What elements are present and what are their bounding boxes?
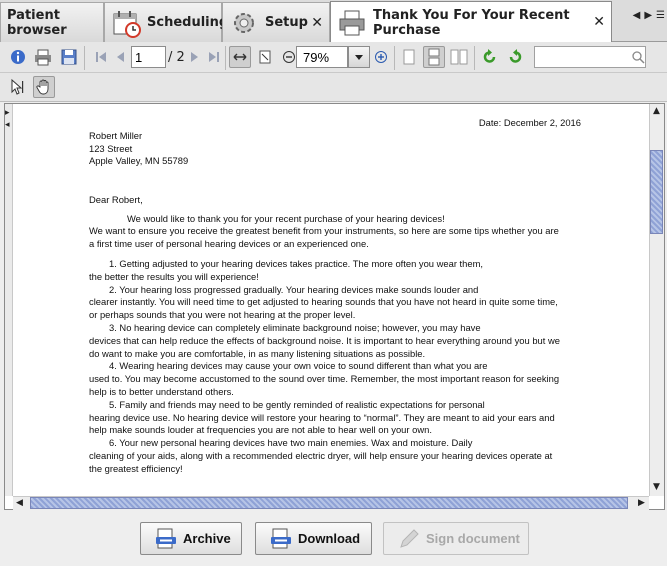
close-icon[interactable]: ✕	[311, 15, 323, 31]
tab-navigation: ◀ ▶ ☰	[633, 10, 665, 21]
fit-width-icon[interactable]	[229, 46, 251, 68]
tab-patient-browser[interactable]: Patient browser	[0, 2, 104, 42]
zoom-in-icon[interactable]	[370, 46, 392, 68]
address-line: 123 Street	[89, 142, 133, 154]
info-icon[interactable]	[7, 46, 29, 68]
address-line: Robert Miller	[89, 129, 143, 141]
calendar-clock-icon	[111, 8, 141, 38]
arrow-left-icon[interactable]: ◀	[633, 10, 641, 21]
tab-setup[interactable]: Setup ✕	[222, 2, 330, 42]
horizontal-scroll-thumb[interactable]	[30, 497, 628, 509]
rotate-right-icon[interactable]	[504, 46, 526, 68]
arrow-right-icon[interactable]: ▶	[644, 10, 652, 21]
tip-item: the greatest efficiency!	[89, 462, 183, 474]
tip-item: used to. You may become accustomed to th…	[89, 373, 560, 385]
tab-label: Patient browser	[7, 7, 67, 38]
printer-icon	[337, 8, 367, 38]
facing-pages-icon[interactable]	[448, 46, 470, 68]
archive-label: Archive	[183, 531, 231, 546]
letter-paragraph: We want to ensure you receive the greate…	[89, 225, 559, 237]
letter-date: Date: December 2, 2016	[478, 117, 581, 128]
last-page-icon[interactable]	[203, 46, 225, 68]
document-page: Date: December 2, 2016 Robert Miller 123…	[89, 117, 581, 476]
download-label: Download	[298, 531, 361, 546]
toolbar-divider	[474, 46, 475, 70]
tip-item: 5. Family and friends may need to be gen…	[109, 398, 485, 410]
tab-list-icon[interactable]: ☰	[656, 10, 665, 21]
letter-paragraph: We would like to thank you for your rece…	[127, 212, 445, 224]
sign-document-label: Sign document	[426, 531, 520, 546]
tip-item: 4. Wearing hearing devices may cause you…	[109, 360, 488, 372]
document-icon	[155, 528, 177, 550]
tip-item: help make sounds louder at frequencies y…	[89, 424, 432, 436]
tab-label: Scheduling	[147, 15, 229, 30]
tip-item: 1. Getting adjusted to your hearing devi…	[109, 257, 483, 269]
tab-label: Setup	[265, 15, 308, 30]
scroll-down-icon[interactable]: ▼	[653, 482, 660, 492]
tab-scheduling[interactable]: Scheduling	[104, 2, 228, 42]
tip-item: the better the results you will experien…	[89, 270, 259, 282]
archive-button[interactable]: Archive	[140, 522, 242, 555]
continuous-page-icon[interactable]	[423, 46, 445, 68]
gear-icon	[229, 8, 259, 38]
close-icon[interactable]: ✕	[593, 14, 605, 30]
tip-item: devices that can help reduce the effects…	[89, 334, 560, 346]
tip-item: clearer instantly. You will need time to…	[89, 296, 558, 308]
scroll-right-icon[interactable]: ▶	[638, 498, 645, 508]
zoom-dropdown-button[interactable]	[348, 46, 370, 68]
first-page-icon[interactable]	[90, 46, 112, 68]
zoom-level-input[interactable]	[296, 46, 348, 68]
hand-tool-icon[interactable]	[33, 76, 55, 98]
pen-icon	[398, 528, 420, 550]
letter-paragraph: a first time user of personal hearing de…	[89, 238, 369, 250]
tab-label: Thank You For Your Recent Purchase	[373, 7, 570, 38]
tip-item: 6. Your new personal hearing devices hav…	[109, 437, 473, 449]
tip-item: help is to better understand others.	[89, 385, 234, 397]
page-number-input[interactable]	[131, 46, 166, 68]
sign-document-button[interactable]: Sign document	[383, 522, 529, 555]
tab-bar: Patient browser Scheduling Setup ✕ Thank…	[0, 0, 667, 43]
tip-item: or perhaps sounds that you were not hear…	[89, 309, 356, 321]
scroll-up-icon[interactable]: ▲	[653, 106, 660, 116]
print-icon[interactable]	[32, 46, 54, 68]
vertical-scroll-thumb[interactable]	[650, 150, 663, 234]
next-page-icon[interactable]	[183, 46, 205, 68]
tip-item: do want to make you are comfortable, in …	[89, 347, 426, 359]
letter-greeting: Dear Robert,	[89, 193, 143, 205]
save-icon[interactable]	[58, 46, 80, 68]
previous-page-icon[interactable]	[110, 46, 132, 68]
arrow-right-icon: ▸	[5, 108, 10, 118]
tip-item: 3. No hearing device can completely elim…	[109, 321, 481, 333]
single-page-icon[interactable]	[398, 46, 420, 68]
fit-page-icon[interactable]	[254, 46, 276, 68]
side-panel-toggle[interactable]: ▸ ◂	[5, 104, 13, 496]
toolbar-divider	[394, 46, 395, 70]
scroll-left-icon[interactable]: ◀	[16, 498, 23, 508]
arrow-left-icon: ◂	[5, 120, 10, 130]
tab-thank-you[interactable]: Thank You For Your Recent Purchase ✕	[330, 1, 612, 43]
rotate-left-icon[interactable]	[479, 46, 501, 68]
toolbar-divider	[84, 46, 85, 70]
document-icon	[270, 528, 292, 550]
toolbar-divider	[225, 46, 226, 70]
address-line: Apple Valley, MN 55789	[89, 155, 189, 167]
download-button[interactable]: Download	[255, 522, 372, 555]
tip-item: cleaning of your aids, along with a reco…	[89, 449, 553, 461]
search-icon	[627, 46, 649, 68]
tip-item: hearing device use. No hearing device wi…	[89, 411, 555, 423]
text-select-icon[interactable]	[7, 76, 29, 98]
tip-item: 2. Your hearing loss progressed graduall…	[109, 283, 479, 295]
chevron-down-icon	[355, 55, 363, 60]
tool-mode-toolbar	[0, 73, 667, 102]
